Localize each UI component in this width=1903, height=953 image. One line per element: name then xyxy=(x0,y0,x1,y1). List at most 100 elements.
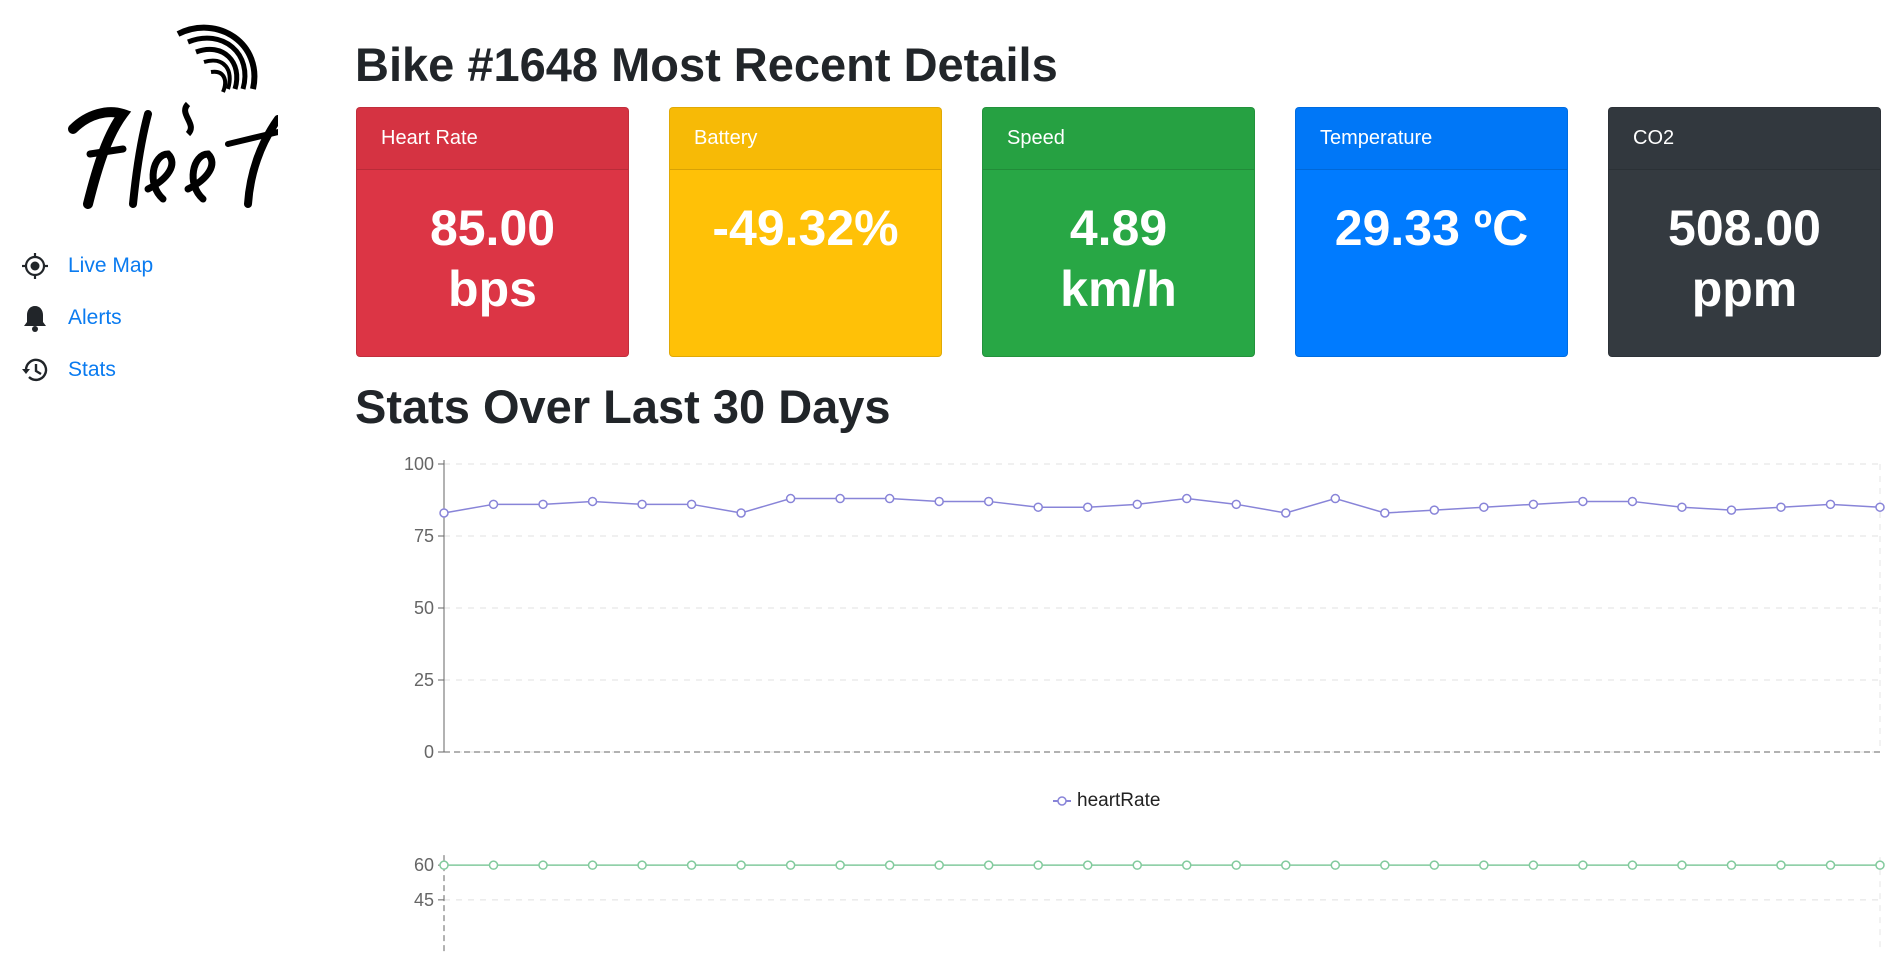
data-point xyxy=(587,496,598,507)
data-point xyxy=(1578,860,1588,870)
data-point xyxy=(1281,508,1291,518)
data-point xyxy=(538,860,548,870)
data-point xyxy=(1330,493,1341,504)
card-value: 29.33 ºC xyxy=(1334,200,1529,256)
card-value-block: -49.32% xyxy=(670,170,941,259)
data-point xyxy=(488,499,499,510)
data-point xyxy=(1479,860,1489,870)
battery-card: Battery -49.32% xyxy=(669,107,942,357)
data-point xyxy=(934,496,944,507)
y-tick-label: 75 xyxy=(414,526,434,546)
data-point xyxy=(686,499,697,510)
data-point xyxy=(1380,508,1390,518)
data-point xyxy=(439,508,449,518)
data-point xyxy=(1033,860,1043,870)
card-header: Speed xyxy=(983,108,1254,170)
data-point xyxy=(983,860,994,870)
history-icon xyxy=(20,355,50,385)
data-point xyxy=(1875,502,1885,512)
data-point xyxy=(1528,499,1539,510)
data-point xyxy=(1479,502,1489,512)
sidebar: Live Map Alerts Stats xyxy=(0,0,330,953)
card-unit: km/h xyxy=(1060,261,1177,317)
data-point xyxy=(1578,496,1588,507)
chart-legend: heartRate xyxy=(1053,790,1160,812)
series-line xyxy=(443,497,1881,514)
data-point xyxy=(983,496,994,507)
data-point xyxy=(1082,860,1093,870)
data-point xyxy=(736,860,746,870)
data-point xyxy=(439,860,449,870)
data-point xyxy=(1825,860,1836,870)
data-point xyxy=(884,860,895,870)
data-point xyxy=(736,508,746,518)
y-tick-label: 45 xyxy=(414,890,434,910)
card-header: Heart Rate xyxy=(357,108,628,170)
y-tick-label: 100 xyxy=(404,454,434,474)
card-unit: bps xyxy=(448,261,537,317)
data-point xyxy=(1231,860,1242,870)
data-point xyxy=(1726,860,1737,870)
y-tick-label: 50 xyxy=(414,598,434,618)
data-point xyxy=(1132,499,1142,510)
data-point xyxy=(785,860,796,870)
fleet-logo xyxy=(68,24,278,209)
data-point xyxy=(1677,502,1687,512)
data-point xyxy=(488,860,499,870)
card-value-block: 29.33 ºC xyxy=(1296,170,1567,259)
card-unit: ppm xyxy=(1691,261,1798,317)
data-point xyxy=(637,860,647,870)
data-point xyxy=(1330,860,1341,870)
data-point xyxy=(1281,860,1291,870)
data-point xyxy=(1776,860,1786,870)
card-value-block: 508.00 ppm xyxy=(1609,170,1880,320)
card-value: 85.00 xyxy=(429,200,556,256)
speed-card: Speed 4.89 km/h xyxy=(982,107,1255,357)
sidebar-nav: Live Map Alerts Stats xyxy=(20,240,153,396)
bell-icon xyxy=(20,303,50,333)
y-tick-label: 60 xyxy=(414,855,434,875)
stats-charts: 0 25 50 75 100 60 45 xyxy=(404,454,1885,953)
temperature-card: Temperature 29.33 ºC xyxy=(1295,107,1568,357)
data-point xyxy=(1429,860,1440,870)
y-tick-label: 0 xyxy=(424,742,434,762)
legend-line-icon xyxy=(1053,796,1071,806)
card-value-block: 85.00 bps xyxy=(357,170,628,320)
crosshair-icon xyxy=(20,251,50,281)
co2-card: CO2 508.00 ppm xyxy=(1608,107,1881,357)
legend-label: heartRate xyxy=(1077,790,1161,811)
card-header: Temperature xyxy=(1296,108,1567,170)
data-point xyxy=(1825,499,1836,510)
data-point xyxy=(1627,860,1638,870)
data-point xyxy=(835,860,845,870)
sidebar-item-alerts[interactable]: Alerts xyxy=(20,292,153,344)
card-value: 508.00 xyxy=(1668,200,1821,256)
data-point xyxy=(1182,860,1192,870)
data-point xyxy=(884,493,895,504)
card-value: -49.32% xyxy=(712,200,899,256)
data-point xyxy=(1776,502,1786,512)
data-point xyxy=(785,493,796,504)
data-point xyxy=(1429,505,1440,515)
sidebar-item-label: Alerts xyxy=(68,306,122,329)
data-point xyxy=(934,860,944,870)
data-point xyxy=(1033,502,1043,512)
heart-rate-card: Heart Rate 85.00 bps xyxy=(356,107,629,357)
data-point xyxy=(1726,505,1737,515)
sidebar-item-label: Stats xyxy=(68,358,116,381)
data-point xyxy=(637,499,647,510)
data-point xyxy=(1875,860,1885,870)
card-header: CO2 xyxy=(1609,108,1880,170)
page-title: Bike #1648 Most Recent Details xyxy=(355,38,1058,91)
data-point xyxy=(1082,502,1093,512)
card-value-block: 4.89 km/h xyxy=(983,170,1254,320)
data-point xyxy=(1182,493,1192,504)
card-value: 4.89 xyxy=(1069,200,1168,256)
sidebar-item-stats[interactable]: Stats xyxy=(20,344,153,396)
data-point xyxy=(587,860,598,870)
data-point xyxy=(1528,860,1539,870)
data-point xyxy=(1627,496,1638,507)
sidebar-item-live-map[interactable]: Live Map xyxy=(20,240,153,292)
data-point xyxy=(686,860,697,870)
data-point xyxy=(1132,860,1142,870)
